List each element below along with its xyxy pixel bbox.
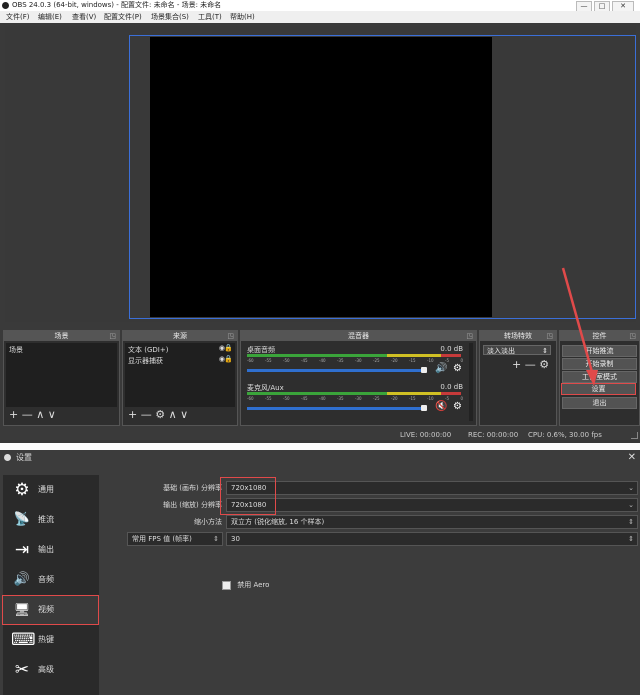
nav-label: 视频	[38, 605, 54, 614]
output-resolution-row: 输出 (缩放) 分辨率 720x1080 ⌄	[100, 498, 638, 512]
disable-aero-checkbox[interactable]	[222, 580, 231, 590]
cpu-fps: CPU: 0.6%, 30.00 fps	[528, 431, 602, 439]
settings-nav: ⚙ 通用 📡 推流 ⇥ 输出 🔊 音频 🖥 视频 ⌨ 热键 ✂ 高级	[2, 475, 99, 695]
chevron-down-icon: ⌄	[628, 484, 634, 492]
nav-label: 音频	[38, 575, 54, 584]
annotation-arrow	[561, 267, 598, 386]
settings-title: 设置	[16, 453, 32, 462]
rec-time: REC: 00:00:00	[468, 431, 519, 439]
spinner-arrows-icon: ⇕	[213, 535, 219, 543]
gear-icon: ⚙	[14, 480, 30, 500]
downscale-filter-value: 双立方 (锐化缩放, 16 个样本)	[231, 518, 325, 526]
fps-type-select[interactable]: 常用 FPS 值 (帧率) ⇕	[127, 532, 223, 546]
settings-window: 设置 ✕ ⚙ 通用 📡 推流 ⇥ 输出 🔊 音频 🖥 视频 ⌨ 热键 ✂ 高级 …	[0, 450, 640, 695]
fps-value-select[interactable]: 30 ⇕	[226, 532, 638, 546]
nav-label: 推流	[38, 515, 54, 524]
keyboard-icon: ⌨	[11, 630, 36, 650]
nav-general[interactable]: ⚙ 通用	[3, 475, 99, 505]
disable-aero-label: 禁用 Aero	[237, 581, 270, 589]
annotation-highlight-box	[220, 477, 276, 515]
fps-row: 常用 FPS 值 (帧率) ⇕ 30 ⇕	[100, 532, 638, 546]
nav-label: 热键	[38, 635, 54, 644]
output-resolution-select[interactable]: 720x1080 ⌄	[226, 498, 638, 512]
nav-label: 输出	[38, 545, 54, 554]
downscale-filter-select[interactable]: 双立方 (锐化缩放, 16 个样本) ⇕	[226, 515, 638, 529]
fps-type-label: 常用 FPS 值 (帧率)	[132, 535, 192, 543]
nav-output[interactable]: ⇥ 输出	[3, 535, 99, 565]
close-icon[interactable]: ✕	[628, 450, 636, 465]
obs-main-window: OBS 24.0.3 (64-bit, windows) - 配置文件: 未命名…	[0, 0, 640, 443]
nav-stream[interactable]: 📡 推流	[3, 505, 99, 535]
resize-grip-icon[interactable]	[631, 432, 638, 439]
nav-video[interactable]: 🖥 视频	[2, 595, 99, 625]
spinner-arrows-icon: ⇕	[628, 535, 634, 543]
obs-logo-icon	[4, 454, 11, 461]
nav-label: 高级	[38, 665, 54, 674]
nav-label: 通用	[38, 485, 54, 494]
fps-value: 30	[231, 535, 240, 543]
monitor-icon: 🖥	[13, 603, 31, 618]
speaker-icon: 🔊	[13, 572, 31, 587]
base-resolution-select[interactable]: 720x1080 ⌄	[226, 481, 638, 495]
broadcast-icon: 📡	[13, 512, 31, 527]
live-time: LIVE: 00:00:00	[400, 431, 452, 439]
disable-aero-row[interactable]: 禁用 Aero	[222, 580, 269, 590]
output-icon: ⇥	[14, 540, 30, 560]
nav-audio[interactable]: 🔊 音频	[3, 565, 99, 595]
base-resolution-label: 基础 (画布) 分辨率	[163, 484, 222, 492]
downscale-filter-row: 缩小方法 双立方 (锐化缩放, 16 个样本) ⇕	[100, 515, 638, 529]
downscale-filter-label: 缩小方法	[194, 518, 222, 526]
nav-advanced[interactable]: ✂ 高级	[3, 655, 99, 685]
chevron-down-icon: ⌄	[628, 501, 634, 509]
output-resolution-label: 输出 (缩放) 分辨率	[163, 501, 222, 509]
base-resolution-row: 基础 (画布) 分辨率 720x1080 ⌄	[100, 481, 638, 495]
settings-title-bar: 设置 ✕	[0, 450, 640, 465]
spinner-arrows-icon: ⇕	[628, 518, 634, 526]
tools-icon: ✂	[14, 660, 30, 680]
nav-hotkeys[interactable]: ⌨ 热键	[3, 625, 99, 655]
status-bar: LIVE: 00:00:00 REC: 00:00:00 CPU: 0.6%, …	[0, 428, 640, 443]
